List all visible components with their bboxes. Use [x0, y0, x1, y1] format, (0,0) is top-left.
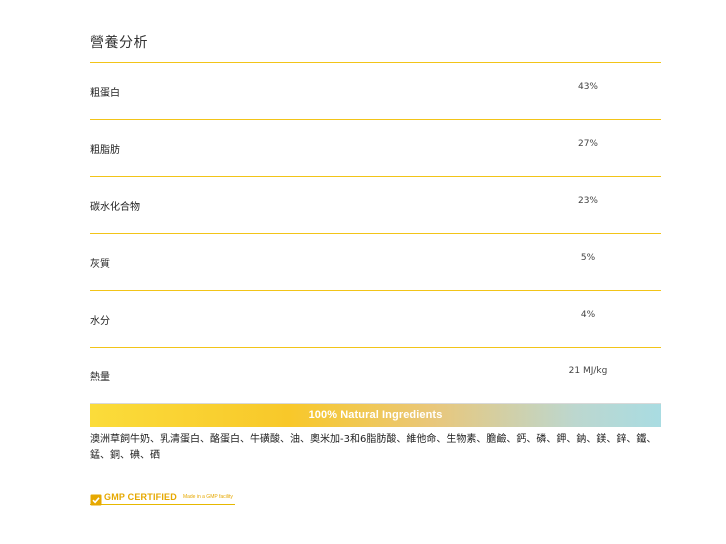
- table-row: 水分 4%: [90, 290, 661, 347]
- nutrient-value: 4%: [580, 310, 596, 320]
- table-row: 碳水化合物 23%: [90, 176, 661, 233]
- nutrient-label: 水分: [90, 316, 110, 327]
- nutrient-value: 21 MJ/kg: [568, 366, 608, 376]
- gmp-label: GMP CERTIFIED: [104, 492, 177, 502]
- gmp-certified-badge: GMP CERTIFIED Made in a GMP facility: [90, 490, 235, 506]
- nutrient-label: 粗脂肪: [90, 145, 120, 156]
- nutrient-label: 灰質: [90, 259, 110, 270]
- gmp-sub-label: Made in a GMP facility: [182, 494, 233, 500]
- nutrient-value: 27%: [577, 139, 598, 149]
- check-box-icon: [90, 491, 102, 506]
- section-title: 營養分析: [90, 35, 148, 51]
- table-row: 熱量 21 MJ/kg: [90, 347, 661, 404]
- nutrient-value: 5%: [580, 253, 596, 263]
- nutrient-value: 43%: [577, 82, 598, 92]
- table-row: 粗脂肪 27%: [90, 119, 661, 176]
- nutrient-label: 熱量: [90, 372, 110, 383]
- table-row: 粗蛋白 43%: [90, 62, 661, 119]
- natural-ingredients-banner: 100% Natural Ingredients: [90, 404, 661, 427]
- nutrient-value: 23%: [577, 196, 598, 206]
- nutrient-label: 粗蛋白: [90, 88, 120, 99]
- nutrient-label: 碳水化合物: [90, 202, 140, 213]
- ingredients-list: 澳洲草飼牛奶、乳清蛋白、酪蛋白、牛磺酸、油、奧米加-3和6脂肪酸、維他命、生物素…: [90, 434, 657, 461]
- table-row: 灰質 5%: [90, 233, 661, 290]
- nutrition-table: 粗蛋白 43% 粗脂肪 27% 碳水化合物 23% 灰質 5% 水分 4% 熱量…: [90, 62, 661, 404]
